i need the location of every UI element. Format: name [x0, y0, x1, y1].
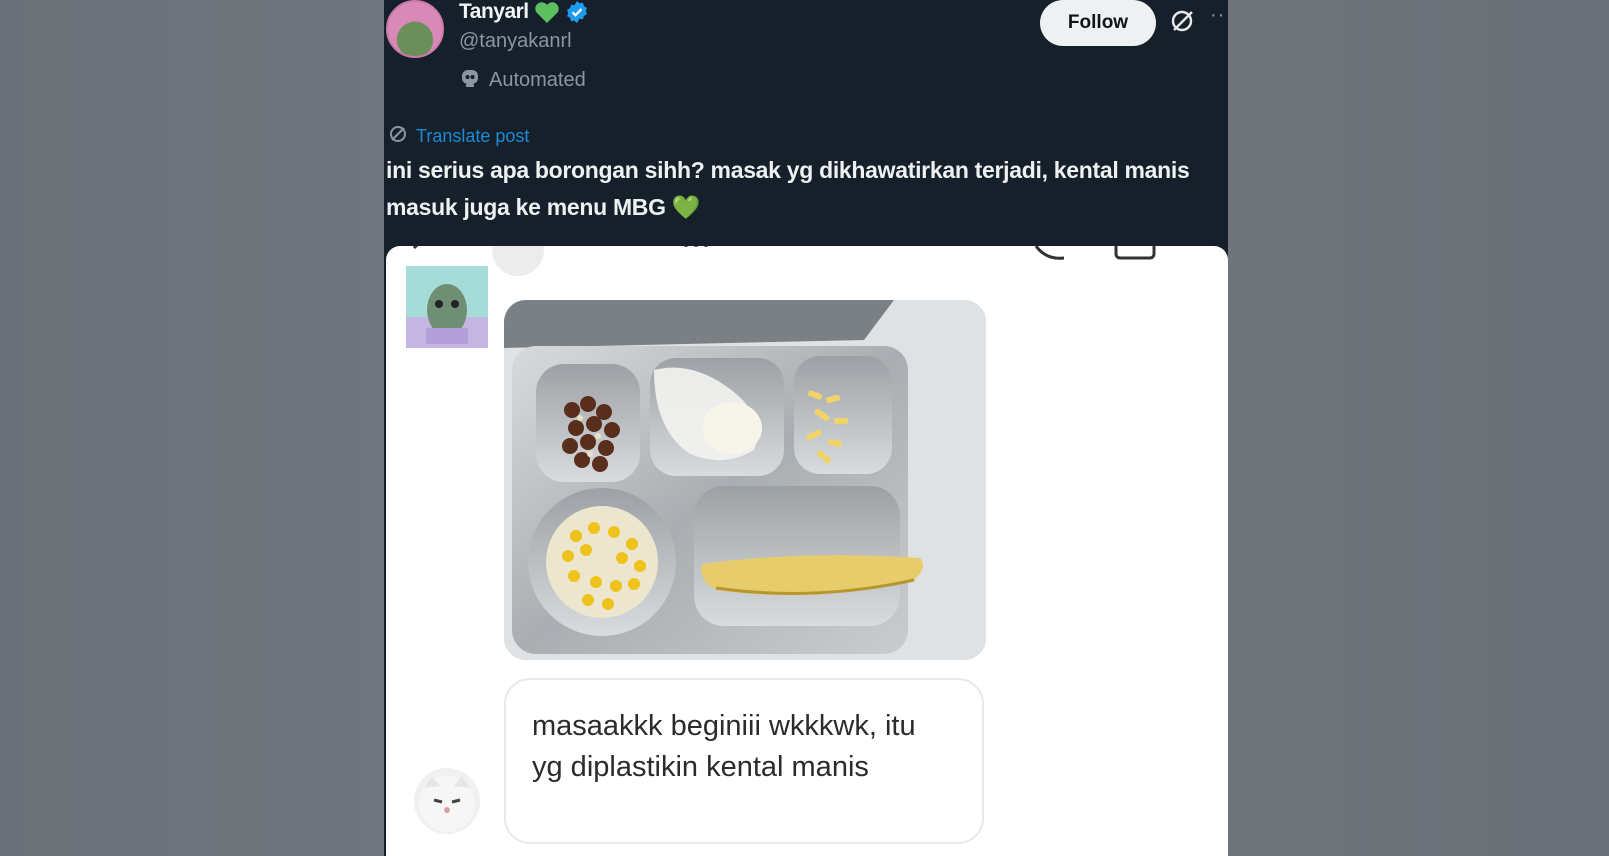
- green-heart-icon: [534, 1, 560, 24]
- translate-post-link[interactable]: Translate post: [388, 124, 529, 149]
- chat-message-bubble: masaakkk beginiii wkkkwk, itu yg diplast…: [504, 678, 984, 844]
- robot-icon: [459, 66, 481, 94]
- automated-text: Automated: [489, 68, 586, 91]
- food-tray-photo: [504, 300, 986, 660]
- post-card: Tanyarl @tanyakanrl Automated Follow ·· …: [384, 0, 1228, 856]
- translate-icon: [388, 124, 408, 149]
- follow-button[interactable]: Follow: [1040, 0, 1156, 46]
- verified-badge-icon[interactable]: [565, 0, 589, 24]
- chat-message-text: masaakkk beginiii wkkkwk, itu yg diplast…: [532, 710, 916, 783]
- author-handle[interactable]: @tanyakanrl: [459, 30, 572, 53]
- more-icon[interactable]: ··: [1210, 4, 1225, 27]
- grok-icon[interactable]: [1170, 8, 1196, 39]
- author-name-row: Tanyarl: [459, 0, 589, 24]
- automated-label: Automated: [459, 66, 586, 94]
- post-media-image[interactable]: masaakkk beginiii wkkkwk, itu yg diplast…: [386, 246, 1228, 856]
- author-avatar[interactable]: [386, 0, 444, 58]
- post-text: ini serius apa borongan sihh? masak yg d…: [386, 157, 1190, 220]
- chat-header-icons: [412, 246, 1156, 276]
- sender-avatar: [406, 266, 488, 348]
- receiver-avatar: [414, 768, 480, 834]
- author-display-name[interactable]: Tanyarl: [459, 0, 529, 24]
- translate-label[interactable]: Translate post: [416, 126, 529, 147]
